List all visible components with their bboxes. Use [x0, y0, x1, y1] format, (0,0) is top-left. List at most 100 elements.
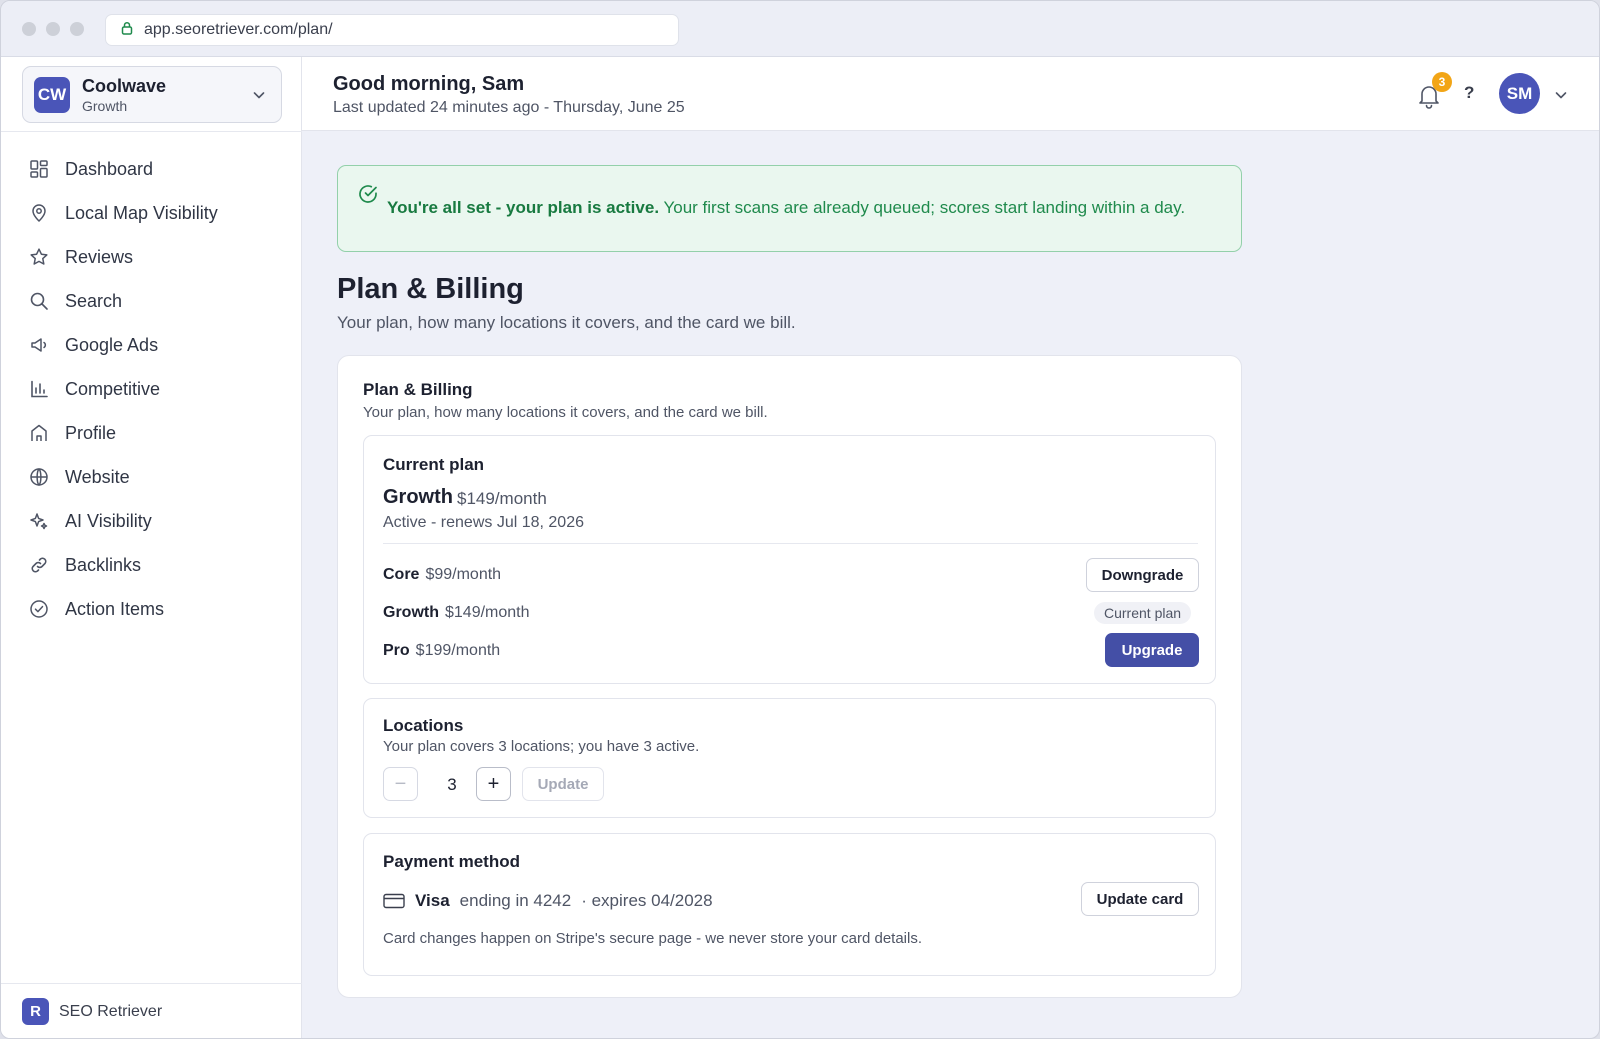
location-quantity[interactable]: 3 [439, 775, 465, 795]
sidebar-item-label: Website [65, 466, 130, 487]
tier-name: Pro [383, 642, 410, 659]
plan-billing-card: Plan & Billing Your plan, how many locat… [337, 355, 1242, 998]
notification-badge: 3 [1432, 72, 1452, 92]
brand-logo: R [22, 998, 49, 1025]
sidebar-item-label: Action Items [65, 598, 165, 619]
sidebar-item-label: Search [65, 290, 123, 311]
browser-window: app.seoretriever.com/plan/ CW Coolwave G… [0, 0, 1600, 1039]
card-subtitle: Your plan, how many locations it covers,… [363, 404, 768, 421]
alert-message-text: Your first scans are already queued; sco… [659, 198, 1186, 217]
tier-price: $99/month [425, 566, 502, 583]
bar-chart-icon [31, 380, 48, 398]
window-maximize-dot[interactable] [70, 22, 84, 36]
chevron-down-icon[interactable] [1553, 87, 1569, 103]
sidebar-item-action-items[interactable]: Action Items [1, 587, 302, 631]
address-bar[interactable]: app.seoretriever.com/plan/ [105, 14, 679, 46]
tier-row-core: Core $99/month [383, 566, 501, 584]
increment-button[interactable]: + [476, 767, 511, 801]
decrement-button[interactable]: − [383, 767, 418, 801]
current-plan-section: Current plan Growth $149/month Active - … [363, 435, 1216, 684]
alert-message-bold: You're all set - your plan is active. [387, 198, 660, 217]
sidebar: CW Coolwave Growth Dashboard Local Map V… [1, 57, 302, 1038]
dashboard-icon [30, 160, 48, 178]
tier-name: Growth [383, 604, 439, 621]
sparkle-icon [30, 513, 48, 530]
sidebar-item-local-map-visibility[interactable]: Local Map Visibility [1, 191, 302, 235]
card-title: Plan & Billing [363, 380, 473, 399]
sidebar-item-label: Competitive [65, 378, 161, 399]
sidebar-item-label: Reviews [65, 246, 134, 267]
sidebar-item-label: AI Visibility [65, 510, 152, 531]
tier-row-pro: Pro $199/month [383, 642, 500, 660]
sidebar-item-competitive[interactable]: Competitive [1, 367, 302, 411]
alert-message: You're all set - your plan is active. Yo… [387, 198, 1185, 218]
brand[interactable]: R SEO Retriever [22, 998, 162, 1025]
window-minimize-dot[interactable] [46, 22, 60, 36]
greeting: Good morning, Sam [333, 73, 525, 95]
storefront-icon [31, 424, 47, 441]
sidebar-item-dashboard[interactable]: Dashboard [1, 147, 302, 191]
search-icon [30, 292, 48, 310]
sidebar-item-backlinks[interactable]: Backlinks [1, 543, 302, 587]
check-circle-icon [359, 185, 377, 203]
current-plan-name: Growth [383, 486, 453, 508]
help-button[interactable]: ? [1464, 83, 1474, 103]
workspace-plan: Growth [82, 97, 128, 114]
locations-subtitle: Your plan covers 3 locations; you have 3… [383, 738, 700, 755]
sidebar-item-ai-visibility[interactable]: AI Visibility [1, 499, 302, 543]
brand-name: SEO Retriever [59, 1002, 163, 1020]
address-url: app.seoretriever.com/plan/ [144, 21, 333, 38]
card-ending: ending in 4242 [459, 891, 572, 910]
sidebar-item-label: Google Ads [65, 334, 159, 355]
globe-icon [30, 467, 48, 487]
payment-note: Card changes happen on Stripe's secure p… [383, 930, 923, 947]
sidebar-item-label: Dashboard [65, 158, 154, 179]
success-alert: You're all set - your plan is active. Yo… [337, 165, 1242, 252]
current-plan-status: Active - renews Jul 18, 2026 [383, 514, 584, 531]
browser-titlebar: app.seoretriever.com/plan/ [1, 1, 1599, 57]
current-plan-heading: Current plan [383, 455, 485, 474]
update-locations-button[interactable]: Update [522, 767, 604, 801]
upgrade-button[interactable]: Upgrade [1105, 633, 1199, 667]
top-bar: Good morning, Sam Last updated 24 minute… [302, 57, 1599, 131]
sidebar-footer-divider [1, 983, 302, 984]
workspace-name: Coolwave [82, 75, 167, 96]
card-expiry: · expires 04/2028 [581, 891, 713, 910]
sidebar-nav: Dashboard Local Map Visibility Reviews S… [1, 147, 302, 631]
payment-heading: Payment method [383, 852, 520, 871]
chevron-down-icon [253, 92, 265, 99]
sidebar-item-label: Backlinks [65, 554, 142, 575]
sidebar-item-reviews[interactable]: Reviews [1, 235, 302, 279]
workspace-switcher[interactable]: CW Coolwave Growth [22, 66, 282, 123]
window-close-dot[interactable] [22, 22, 36, 36]
downgrade-button[interactable]: Downgrade [1086, 558, 1199, 592]
sidebar-item-google-ads[interactable]: Google Ads [1, 323, 302, 367]
payment-method-section: Payment method Visa ending in 4242 · exp… [363, 833, 1216, 976]
sidebar-divider [1, 131, 302, 132]
tier-price: $199/month [415, 642, 501, 659]
sidebar-item-label: Profile [65, 422, 117, 443]
plan-divider [383, 543, 1198, 544]
update-card-button[interactable]: Update card [1081, 882, 1199, 916]
sidebar-item-website[interactable]: Website [1, 455, 302, 499]
credit-card-icon [383, 893, 405, 909]
sidebar-item-profile[interactable]: Profile [1, 411, 302, 455]
tier-name: Core [383, 566, 420, 583]
check-circle-icon [30, 600, 48, 618]
link-icon [31, 557, 47, 573]
lock-icon [120, 21, 134, 40]
avatar[interactable]: SM [1499, 73, 1540, 114]
megaphone-icon [31, 338, 47, 352]
sidebar-item-search[interactable]: Search [1, 279, 302, 323]
locations-section: Locations Your plan covers 3 locations; … [363, 698, 1216, 818]
workspace-logo: CW [34, 76, 70, 113]
sidebar-item-label: Local Map Visibility [65, 202, 218, 223]
page-title: Plan & Billing [337, 273, 524, 305]
last-updated: Last updated 24 minutes ago - Thursday, … [333, 99, 685, 116]
page-subtitle: Your plan, how many locations it covers,… [337, 313, 796, 332]
locations-heading: Locations [383, 716, 464, 735]
star-icon [30, 248, 48, 265]
current-plan-badge: Current plan [1094, 602, 1192, 624]
card-brand: Visa [415, 891, 450, 910]
tier-price: $149/month [445, 604, 530, 621]
